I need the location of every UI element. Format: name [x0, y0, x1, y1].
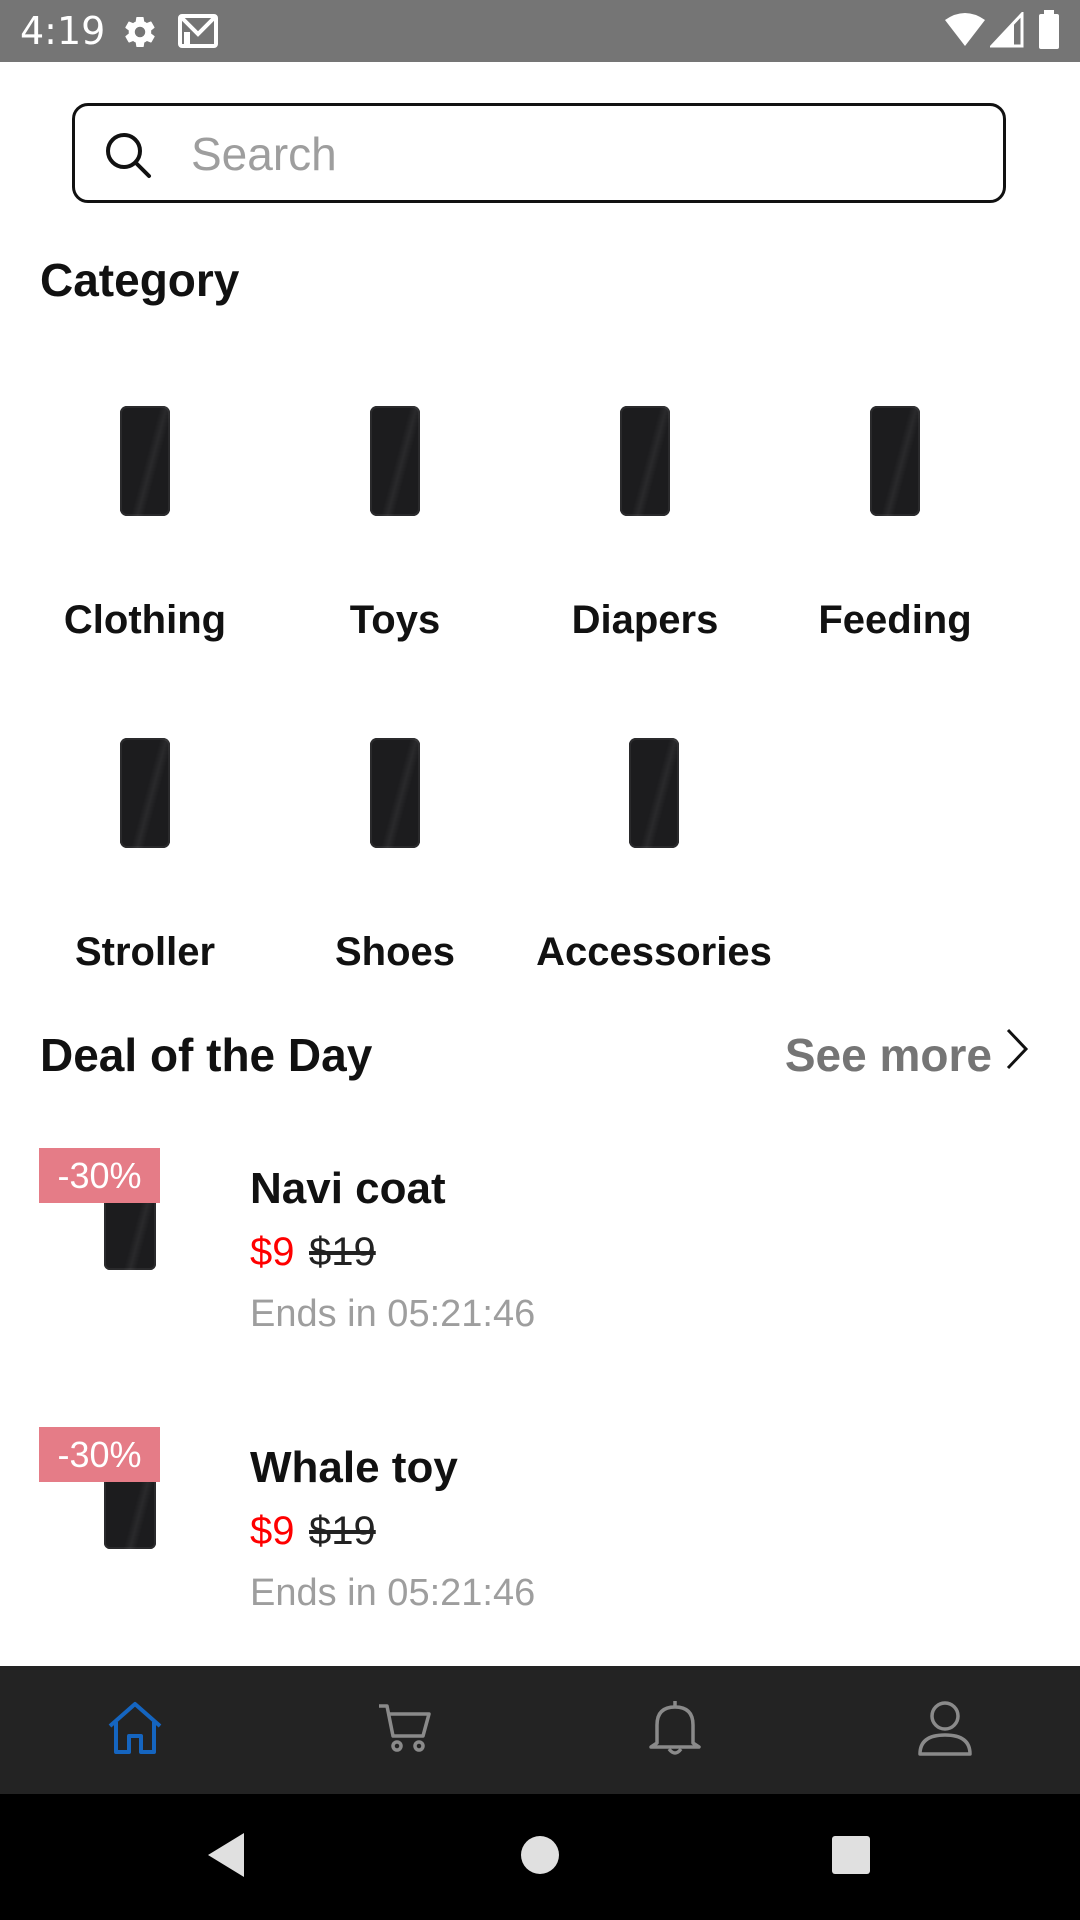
status-bar: 4:19	[0, 0, 1080, 62]
profile-icon	[917, 1699, 973, 1762]
wifi-icon	[944, 12, 986, 53]
back-icon	[204, 1831, 248, 1884]
home-icon	[106, 1700, 164, 1761]
category-item-feeding[interactable]: Feeding	[770, 406, 1020, 642]
bottom-nav	[0, 1666, 1080, 1794]
category-label: Feeding	[818, 598, 972, 642]
nav-home[interactable]	[0, 1666, 270, 1794]
deal-name: Navi coat	[250, 1164, 446, 1213]
search-input[interactable]	[189, 120, 973, 188]
category-label: Toys	[349, 598, 441, 642]
chevron-right-icon	[1004, 1026, 1030, 1083]
system-nav-bar	[0, 1794, 1080, 1920]
bell-icon	[649, 1699, 701, 1762]
deal-item[interactable]: -30% Whale toy $9 $19 Ends in 05:21:46	[0, 1427, 1080, 1667]
deal-image	[104, 1192, 156, 1270]
recents-square-icon	[831, 1835, 871, 1880]
search-icon	[103, 130, 153, 185]
category-item-clothing[interactable]: Clothing	[20, 406, 270, 642]
deal-countdown: Ends in 05:21:46	[250, 1572, 536, 1614]
deal-price: $9	[250, 1509, 295, 1553]
category-item-diapers[interactable]: Diapers	[520, 406, 770, 642]
category-image	[370, 738, 420, 848]
status-time: 4:19	[20, 9, 106, 53]
category-label: Accessories	[536, 930, 772, 974]
deal-item[interactable]: -30% Navi coat $9 $19 Ends in 05:21:46	[0, 1148, 1080, 1388]
nav-profile[interactable]	[810, 1666, 1080, 1794]
category-label: Shoes	[334, 930, 456, 974]
discount-badge: -30%	[39, 1427, 160, 1482]
category-label: Stroller	[74, 930, 216, 974]
category-item-shoes[interactable]: Shoes	[270, 738, 520, 974]
category-label: Diapers	[571, 598, 719, 642]
category-image	[120, 738, 170, 848]
signal-icon	[988, 10, 1024, 53]
discount-badge: -30%	[39, 1148, 160, 1203]
home-circle-icon	[520, 1835, 560, 1880]
search-box[interactable]	[72, 103, 1006, 203]
nav-cart[interactable]	[270, 1666, 540, 1794]
recents-button[interactable]	[791, 1794, 911, 1920]
category-item-toys[interactable]: Toys	[270, 406, 520, 642]
category-image	[629, 738, 679, 848]
category-label: Clothing	[63, 598, 227, 642]
deal-image	[104, 1471, 156, 1549]
back-button[interactable]	[166, 1794, 286, 1920]
deal-old-price: $19	[309, 1230, 376, 1274]
see-more-label: See more	[784, 1028, 992, 1081]
deal-name: Whale toy	[250, 1443, 458, 1492]
deal-old-price: $19	[309, 1509, 376, 1553]
home-button[interactable]	[480, 1794, 600, 1920]
gear-icon	[122, 14, 158, 55]
category-item-stroller[interactable]: Stroller	[20, 738, 270, 974]
category-image	[620, 406, 670, 516]
see-more-link[interactable]: See more	[785, 1026, 1030, 1083]
gmail-icon	[178, 14, 218, 53]
deal-price: $9	[250, 1230, 295, 1274]
category-title: Category	[40, 254, 240, 306]
deal-title: Deal of the Day	[40, 1029, 373, 1081]
category-image	[120, 406, 170, 516]
category-item-accessories[interactable]: Accessories	[529, 738, 779, 974]
category-image	[370, 406, 420, 516]
category-image	[870, 406, 920, 516]
deal-countdown: Ends in 05:21:46	[250, 1293, 536, 1335]
battery-icon	[1038, 10, 1060, 55]
nav-notifications[interactable]	[540, 1666, 810, 1794]
cart-icon	[377, 1702, 433, 1759]
